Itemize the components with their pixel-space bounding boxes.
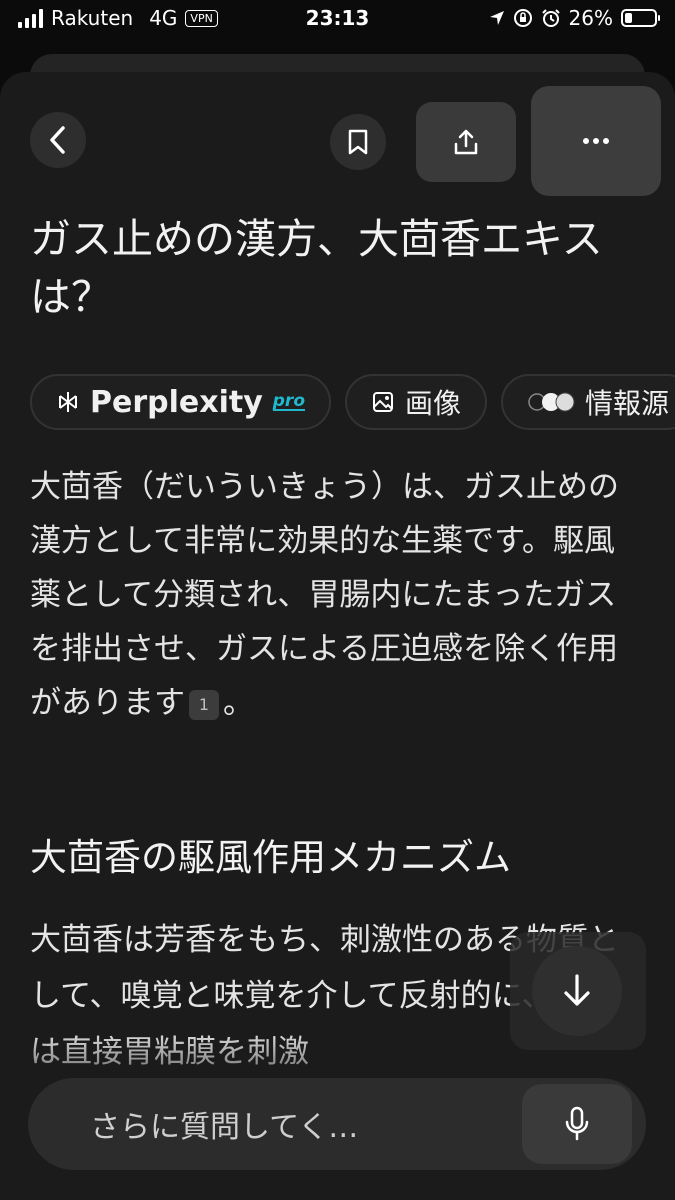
paragraph-text: 大茴香（だいういきょう）は、ガス止めの漢方として非常に効果的な生薬です。駆風薬と…: [30, 469, 619, 721]
tab-images-label: 画像: [405, 387, 462, 420]
paragraph-end: 。: [223, 685, 254, 721]
source-favicons-icon: [528, 392, 575, 412]
page-title: ガス止めの漢方、大茴香エキスは？: [30, 215, 603, 321]
battery-percent: 26%: [568, 6, 613, 30]
alarm-icon: [541, 9, 560, 27]
more-horizontal-icon: [583, 138, 609, 144]
bookmark-button[interactable]: [330, 114, 386, 170]
battery-icon: [621, 9, 660, 27]
answer-paragraph: 大茴香（だいういきょう）は、ガス止めの漢方として非常に効果的な生薬です。駆風薬と…: [30, 460, 645, 730]
arrow-down-icon: [564, 974, 590, 1006]
tab-perplexity-label: Perplexity: [90, 384, 263, 420]
microphone-button[interactable]: [522, 1084, 632, 1164]
orientation-lock-icon: [513, 9, 532, 27]
perplexity-logo-icon: [59, 392, 77, 412]
scroll-to-bottom-button[interactable]: [532, 946, 622, 1036]
share-button[interactable]: [416, 102, 516, 182]
tab-sources-label: 情報源: [585, 387, 670, 420]
tab-sources[interactable]: 情報源: [501, 374, 675, 430]
location-icon: [489, 11, 504, 25]
ask-followup-bar[interactable]: さらに質問してく…: [28, 1078, 646, 1170]
microphone-icon: [565, 1106, 589, 1141]
chevron-left-icon: [50, 126, 65, 154]
citation-badge[interactable]: 1: [189, 689, 219, 720]
bookmark-icon: [348, 129, 368, 155]
answer-sheet: ガス止めの漢方、大茴香エキスは？ Perplexity pro 画像 情報源 大…: [0, 72, 675, 1200]
status-bar: Rakuten 4G VPN 23:13 26%: [0, 0, 675, 38]
share-icon: [454, 129, 478, 155]
ask-input-placeholder[interactable]: さらに質問してく…: [90, 1102, 358, 1146]
pro-badge: pro: [272, 391, 305, 411]
more-button[interactable]: [531, 86, 661, 196]
section-heading: 大茴香の駆風作用メカニズム: [30, 836, 511, 879]
image-icon: [373, 392, 393, 412]
back-button[interactable]: [30, 112, 86, 168]
tab-images[interactable]: 画像: [345, 374, 488, 430]
answer-tabs: Perplexity pro 画像 情報源: [30, 374, 675, 430]
tab-perplexity[interactable]: Perplexity pro: [30, 374, 331, 430]
